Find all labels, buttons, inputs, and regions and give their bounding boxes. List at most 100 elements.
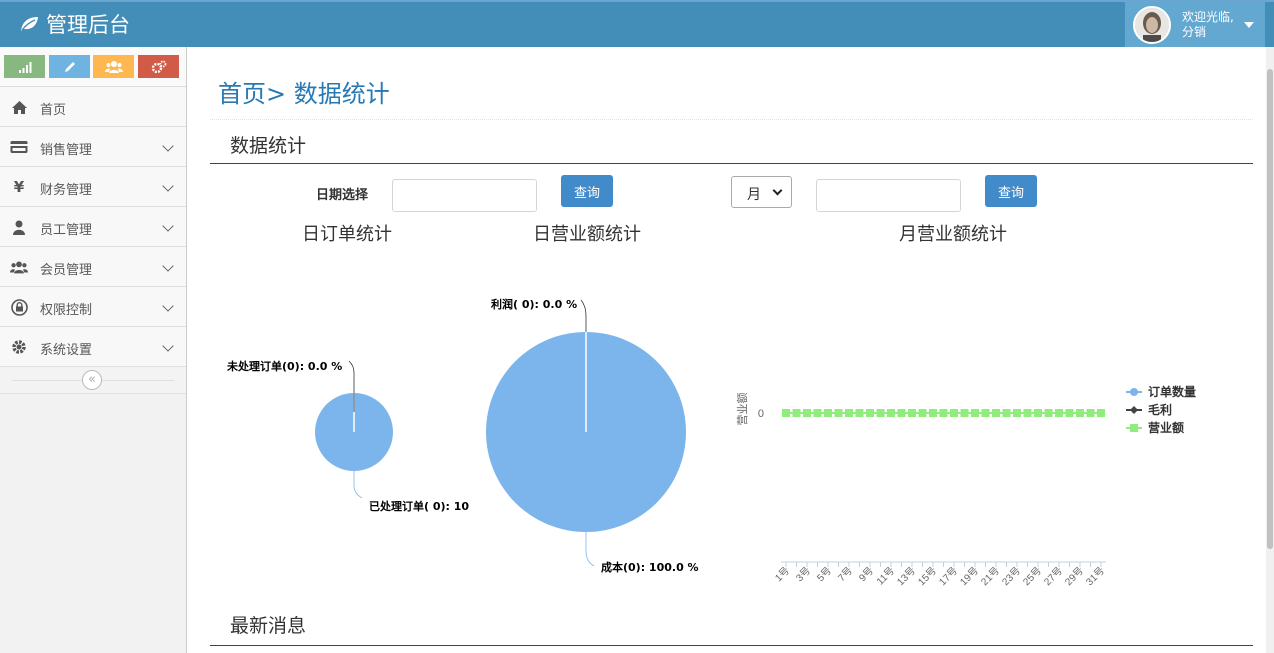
sidebar-item-home[interactable]: 首页 bbox=[0, 87, 186, 127]
legend-label[interactable]: 毛利 bbox=[1148, 402, 1172, 417]
data-point bbox=[1023, 409, 1032, 417]
shortcut-users-button[interactable] bbox=[93, 55, 134, 78]
home-icon bbox=[10, 98, 28, 116]
chevron-down-icon bbox=[772, 185, 783, 196]
lock-icon bbox=[10, 298, 28, 316]
news-section-title: 最新消息 bbox=[230, 615, 307, 637]
x-tick-label: 15号 bbox=[916, 565, 939, 588]
sidebar-item-label: 权限控制 bbox=[40, 303, 93, 318]
data-point bbox=[792, 409, 801, 417]
x-tick-label: 1号 bbox=[773, 565, 792, 584]
x-tick-label: 27号 bbox=[1042, 565, 1065, 588]
signal-icon bbox=[18, 61, 31, 73]
month-input[interactable] bbox=[816, 179, 961, 212]
shortcut-settings-button[interactable] bbox=[138, 55, 179, 78]
data-point bbox=[1086, 409, 1095, 417]
data-point bbox=[992, 409, 1000, 417]
data-point bbox=[971, 409, 979, 417]
pie-label-profit: 利润( 0): 0.0 % bbox=[491, 298, 578, 311]
sidebar-item-members[interactable]: 会员管理 bbox=[0, 247, 186, 287]
pie-connector bbox=[353, 471, 363, 499]
cog-icon bbox=[10, 338, 28, 356]
pie-connector bbox=[580, 299, 587, 332]
page-scrollbar[interactable] bbox=[1266, 47, 1274, 653]
scrollbar-thumb[interactable] bbox=[1267, 69, 1273, 549]
user-menu[interactable]: 欢迎光临, 分销 bbox=[1125, 2, 1265, 47]
data-point bbox=[876, 409, 885, 417]
sidebar-item-label: 会员管理 bbox=[40, 263, 93, 278]
date-input[interactable] bbox=[392, 179, 537, 212]
data-point bbox=[1097, 409, 1105, 417]
month-select[interactable]: 月 bbox=[731, 176, 792, 208]
sidebar-item-sales[interactable]: 销售管理 bbox=[0, 127, 186, 167]
sidebar-collapse-bar: « bbox=[0, 367, 186, 394]
data-point bbox=[960, 409, 969, 417]
x-tick-label: 17号 bbox=[937, 565, 960, 588]
x-tick-label: 3号 bbox=[794, 565, 813, 584]
sidebar-item-permissions[interactable]: 权限控制 bbox=[0, 287, 186, 327]
navbar-top-line bbox=[0, 0, 1274, 2]
data-point bbox=[782, 409, 790, 417]
credit-card-icon bbox=[10, 138, 28, 156]
sidebar-item-label: 系统设置 bbox=[40, 343, 93, 358]
x-tick-label: 5号 bbox=[815, 565, 834, 584]
sidebar-item-settings[interactable]: 系统设置 bbox=[0, 327, 186, 367]
main-content: 首页> 数据统计 数据统计 日期选择 查询 月 查询 日订单统计 日营业额统计 … bbox=[188, 47, 1274, 653]
user-greeting: 欢迎光临, bbox=[1182, 9, 1234, 24]
pie-label-processed: 已处理订单( 0): 10 bbox=[369, 500, 470, 513]
data-point bbox=[834, 409, 843, 417]
data-point bbox=[813, 409, 822, 417]
app-title: 管理后台 bbox=[46, 13, 130, 37]
x-tick-label: 25号 bbox=[1021, 565, 1044, 588]
x-tick-label: 7号 bbox=[836, 565, 855, 584]
shortcut-edit-button[interactable] bbox=[49, 55, 90, 78]
sidebar-item-label: 员工管理 bbox=[40, 223, 93, 238]
data-point bbox=[1055, 409, 1063, 417]
brand[interactable]: 管理后台 bbox=[18, 10, 130, 38]
chevron-down-icon bbox=[162, 220, 174, 232]
data-point bbox=[855, 409, 864, 417]
query-button[interactable]: 查询 bbox=[561, 175, 613, 207]
group-icon bbox=[10, 258, 28, 276]
data-point bbox=[866, 409, 874, 417]
x-tick-label: 21号 bbox=[979, 565, 1002, 588]
data-point bbox=[1013, 409, 1021, 417]
data-point bbox=[803, 409, 811, 417]
daily-revenue-pie-chart bbox=[486, 299, 686, 567]
collapse-sidebar-icon[interactable]: « bbox=[82, 370, 102, 390]
x-tick-label: 13号 bbox=[895, 565, 918, 588]
data-point bbox=[1065, 409, 1074, 417]
sidebar-item-label: 财务管理 bbox=[40, 183, 93, 198]
query-month-button[interactable]: 查询 bbox=[985, 175, 1037, 207]
chevron-down-icon bbox=[162, 180, 174, 192]
sidebar: 首页 销售管理 ¥ 财务管理 员工管理 会员管理 权限控制 系统设置 « bbox=[0, 47, 187, 653]
divider bbox=[210, 163, 1253, 164]
data-point bbox=[1034, 409, 1042, 417]
legend-label[interactable]: 营业额 bbox=[1148, 420, 1184, 435]
top-navbar: 管理后台 欢迎光临, 分销 bbox=[0, 0, 1274, 47]
sidebar-item-finance[interactable]: ¥ 财务管理 bbox=[0, 167, 186, 207]
x-tick-label: 31号 bbox=[1084, 565, 1107, 588]
chevron-down-icon bbox=[162, 300, 174, 312]
x-tick-label: 11号 bbox=[874, 565, 897, 588]
pencil-icon bbox=[64, 61, 75, 72]
shortcut-stats-button[interactable] bbox=[4, 55, 45, 78]
sidebar-item-label: 首页 bbox=[40, 103, 67, 118]
data-point bbox=[1076, 409, 1084, 417]
legend-marker bbox=[1130, 424, 1138, 432]
pie-connector bbox=[585, 532, 595, 567]
divider bbox=[210, 119, 1253, 120]
sidebar-shortcuts bbox=[0, 47, 186, 87]
legend-label[interactable]: 订单数量 bbox=[1148, 384, 1196, 399]
data-point bbox=[929, 409, 937, 417]
daily-revenue-title: 日营业额统计 bbox=[533, 224, 641, 245]
data-point bbox=[887, 409, 895, 417]
yen-icon: ¥ bbox=[13, 178, 25, 196]
sidebar-item-staff[interactable]: 员工管理 bbox=[0, 207, 186, 247]
pie-label-cost: 成本(0): 100.0 % bbox=[601, 561, 699, 574]
pie-label-unprocessed: 未处理订单(0): 0.0 % bbox=[227, 360, 343, 373]
cogs-icon bbox=[151, 60, 166, 73]
data-point bbox=[950, 409, 958, 417]
user-icon bbox=[10, 218, 28, 236]
chevron-down-icon bbox=[162, 340, 174, 352]
